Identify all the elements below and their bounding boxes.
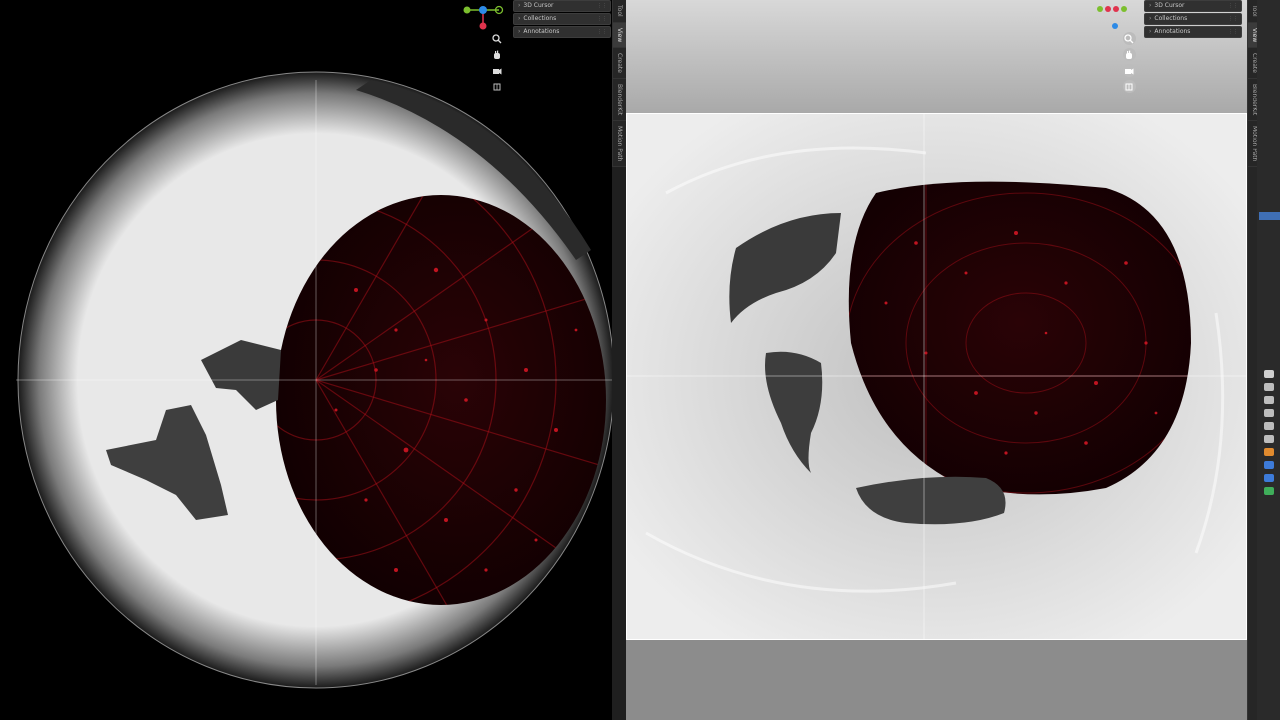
nav-tools [488, 32, 506, 93]
viewport-divider[interactable]: Tool View Create BlenderKit Motion Path [612, 0, 626, 720]
tab-view[interactable]: View [613, 22, 626, 48]
axis-gizmo[interactable] [461, 2, 505, 32]
tab-motion-path[interactable]: Motion Path [613, 121, 626, 168]
tab-blenderkit[interactable]: BlenderKit [613, 79, 626, 122]
view-layer-icon[interactable] [1263, 409, 1274, 417]
object-icon[interactable] [1263, 448, 1274, 456]
material-icon[interactable] [1263, 487, 1274, 495]
panel-3d-cursor[interactable]: › 3D Cursor ⋮⋮ [513, 0, 611, 12]
tab-create[interactable]: Create [613, 48, 626, 79]
modifier-icon[interactable] [1263, 461, 1274, 469]
panel-annotations[interactable]: › Annotations ⋮⋮ [1144, 26, 1242, 38]
panel-collections[interactable]: › Collections ⋮⋮ [1144, 13, 1242, 25]
drag-handle-icon[interactable]: ⋮⋮ [597, 1, 607, 11]
panel-collections[interactable]: › Collections ⋮⋮ [513, 13, 611, 25]
chevron-right-icon: › [1149, 2, 1152, 9]
sidebar-panel-right: › 3D Cursor ⋮⋮ › Collections ⋮⋮ › Annotations… [1144, 0, 1242, 39]
world-icon[interactable] [1263, 435, 1274, 443]
fisheye-earth-render [16, 71, 612, 689]
drag-handle-icon[interactable]: ⋮⋮ [597, 14, 607, 24]
left-3d-viewport[interactable]: › 3D Cursor ⋮⋮ › Collections ⋮⋮ › Annotations… [0, 0, 612, 720]
axis-gizmo[interactable] [1094, 2, 1138, 32]
properties-editor-edge [1257, 0, 1280, 720]
zoom-icon[interactable] [491, 32, 504, 45]
sidebar-panel-left: › 3D Cursor ⋮⋮ › Collections ⋮⋮ › Annotations… [513, 0, 611, 39]
hand-icon[interactable] [1122, 48, 1136, 61]
drag-handle-icon[interactable]: ⋮⋮ [1228, 27, 1238, 37]
side-tabs-left: Tool View Create BlenderKit Motion Path [612, 0, 626, 168]
camera-icon[interactable] [1122, 64, 1136, 77]
right-3d-viewport[interactable]: › 3D Cursor ⋮⋮ › Collections ⋮⋮ › Annotations… [626, 0, 1247, 720]
render-icon[interactable] [1263, 383, 1274, 391]
chevron-right-icon: › [1149, 28, 1152, 35]
night-side [276, 195, 606, 605]
properties-tab-icons [1257, 365, 1280, 495]
hand-icon[interactable] [491, 48, 504, 61]
chevron-right-icon: › [518, 28, 521, 35]
chevron-right-icon: › [518, 15, 521, 22]
panel-3d-cursor[interactable]: › 3D Cursor ⋮⋮ [1144, 0, 1242, 12]
passepartout-bottom [626, 640, 1247, 720]
equirect-earth-render [626, 113, 1247, 640]
nav-tools [1120, 32, 1138, 93]
chevron-right-icon: › [518, 2, 521, 9]
camera-icon[interactable] [491, 64, 504, 77]
drag-handle-icon[interactable]: ⋮⋮ [1228, 1, 1238, 11]
tab-tool[interactable]: Tool [613, 0, 626, 23]
output-icon[interactable] [1263, 396, 1274, 404]
zoom-icon[interactable] [1122, 32, 1136, 45]
chevron-right-icon: › [1149, 15, 1152, 22]
drag-handle-icon[interactable]: ⋮⋮ [1228, 14, 1238, 24]
scene-icon[interactable] [1263, 422, 1274, 430]
physics-icon[interactable] [1263, 474, 1274, 482]
panel-annotations[interactable]: › Annotations ⋮⋮ [513, 26, 611, 38]
tool-icon[interactable] [1263, 370, 1274, 378]
grid-icon[interactable] [1122, 80, 1136, 93]
grid-icon[interactable] [491, 80, 504, 93]
drag-handle-icon[interactable]: ⋮⋮ [597, 27, 607, 37]
active-highlight [1259, 212, 1280, 220]
